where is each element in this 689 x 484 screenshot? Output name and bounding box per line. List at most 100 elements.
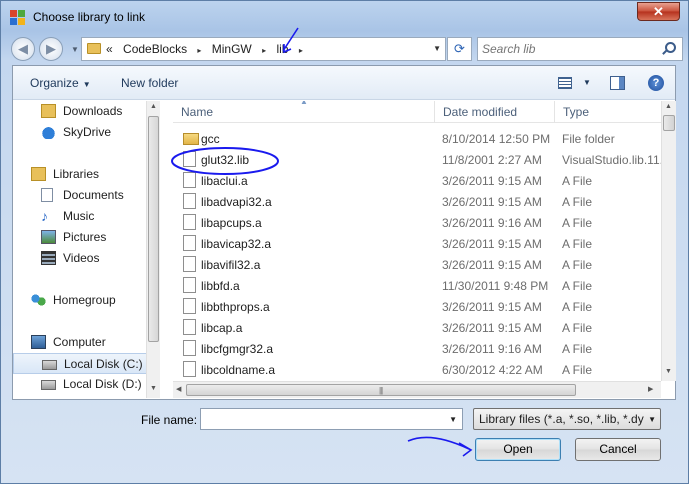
file-type: A File [562,342,593,356]
refresh-button[interactable]: ⟳ [447,37,472,61]
sidebar-item-label: Pictures [63,230,107,244]
sidebar-item-local-disk-d[interactable]: Local Disk (D:) [13,374,147,395]
file-icon [183,235,196,251]
column-header-type[interactable]: Type [555,101,675,123]
forward-button[interactable]: ▶ [39,37,63,61]
table-row[interactable]: libcfgmgr32.a 3/26/2011 9:16 AM A File [173,338,663,359]
music-icon: ♪ [41,208,48,224]
file-type: A File [562,363,593,377]
file-icon [183,298,196,314]
sidebar-item-skydrive[interactable]: SkyDrive [13,122,147,143]
table-row[interactable]: libavifil32.a 3/26/2011 9:15 AM A File [173,254,663,275]
title-bar[interactable]: Choose library to link ✕ [1,1,688,33]
address-bar[interactable]: « CodeBlocks ▸ MinGW ▸ lib ▸ ▼ [81,37,446,61]
file-icon [183,256,196,272]
skydrive-icon [41,125,56,139]
sidebar-item-label: Local Disk (D:) [63,377,142,391]
sidebar-item-label: Music [63,209,95,223]
scrollbar-thumb[interactable] [148,116,159,342]
table-row[interactable]: libavicap32.a 3/26/2011 9:15 AM A File [173,233,663,254]
change-view-icon[interactable] [558,77,572,89]
chevron-down-icon: ▼ [648,415,656,424]
scroll-right-icon[interactable]: ▶ [648,385,653,393]
folder-icon [183,133,199,145]
file-type: A File [562,237,593,251]
file-icon [183,214,196,230]
chevron-right-icon[interactable]: ▸ [197,46,201,55]
sidebar-item-homegroup[interactable]: Homegroup [13,290,147,311]
scroll-down-icon[interactable]: ▼ [665,368,672,375]
search-input[interactable] [482,41,652,57]
recent-pages-arrow-icon[interactable]: ▼ [71,45,79,54]
file-date: 3/26/2011 9:15 AM [442,195,542,209]
help-icon[interactable]: ? [648,75,664,91]
file-date: 6/30/2012 4:22 AM [442,363,543,377]
filename-field[interactable] [204,410,444,428]
back-button[interactable]: ◀ [11,37,35,61]
table-row[interactable]: libadvapi32.a 3/26/2011 9:15 AM A File [173,191,663,212]
sidebar-item-label: SkyDrive [63,125,112,139]
table-row[interactable]: libcoldname.a 6/30/2012 4:22 AM A File [173,359,663,380]
scroll-left-icon[interactable]: ◀ [176,385,181,393]
file-date: 3/26/2011 9:15 AM [442,237,542,251]
cancel-button[interactable]: Cancel [575,438,661,461]
column-header-date[interactable]: Date modified [435,101,555,123]
chevron-down-icon[interactable]: ▼ [433,44,441,53]
file-type-filter[interactable]: Library files (*.a, *.so, *.lib, *.dylib… [473,408,661,430]
table-row[interactable]: libbfd.a 11/30/2011 9:48 PM A File [173,275,663,296]
organize-label: Organize [30,76,79,90]
table-row[interactable]: libcap.a 3/26/2011 9:15 AM A File [173,317,663,338]
chevron-right-icon[interactable]: ▸ [262,46,266,55]
breadcrumb-codeblocks[interactable]: CodeBlocks [123,42,187,56]
sidebar-item-documents[interactable]: Documents [13,185,147,206]
open-button[interactable]: Open [475,438,561,461]
breadcrumb-overflow[interactable]: « [106,42,113,56]
file-icon [183,151,196,167]
sidebar-item-videos[interactable]: Videos [13,248,147,269]
breadcrumb-lib[interactable]: lib [276,42,288,56]
chevron-down-icon[interactable]: ▼ [449,415,457,424]
dialog-footer: File name: ▼ Library files (*.a, *.so, *… [1,401,688,483]
file-type: A File [562,174,593,188]
file-list-horizontal-scrollbar[interactable]: ◀ ||| ▶ [173,381,661,398]
scroll-down-icon[interactable]: ▼ [150,385,157,392]
table-row[interactable]: gcc 8/10/2014 12:50 PM File folder [173,128,663,149]
table-row[interactable]: glut32.lib 11/8/2001 2:27 AM VisualStudio.… [173,149,663,170]
sidebar-item-pictures[interactable]: Pictures [13,227,147,248]
computer-icon [31,335,46,349]
sidebar-item-music[interactable]: ♪ Music [13,206,147,227]
column-header-name[interactable]: Name [173,101,435,123]
sidebar-item-label: Local Disk (C:) [64,357,143,371]
sidebar-item-label: Libraries [53,167,100,181]
organize-button[interactable]: Organize ▼ [30,76,91,90]
file-list-vertical-scrollbar[interactable]: ▲ ▼ [661,101,676,381]
sidebar-item-label: Computer [53,335,106,349]
scrollbar-thumb[interactable]: ||| [186,384,576,396]
file-date: 11/30/2011 9:48 PM [442,279,549,293]
file-type: File folder [562,132,615,146]
search-icon[interactable] [665,42,676,53]
search-box[interactable] [477,37,683,61]
table-row[interactable]: libapcups.a 3/26/2011 9:16 AM A File [173,212,663,233]
navigation-scrollbar[interactable]: ▲ ▼ [146,101,160,398]
filename-combobox[interactable]: ▼ [200,408,463,430]
new-folder-button[interactable]: New folder [121,76,178,90]
sidebar-item-computer[interactable]: Computer [13,332,147,353]
close-button[interactable]: ✕ [637,2,680,21]
table-row[interactable]: libaclui.a 3/26/2011 9:15 AM A File [173,170,663,191]
chevron-right-icon[interactable]: ▸ [299,46,303,55]
sidebar-item-libraries[interactable]: Libraries [13,164,147,185]
file-name: libbfd.a [201,279,240,293]
file-name: gcc [201,132,220,146]
sidebar-item-local-disk-c[interactable]: Local Disk (C:) [13,353,147,374]
sidebar-item-downloads[interactable]: Downloads [13,101,147,122]
pictures-icon [41,230,56,244]
chevron-down-icon[interactable]: ▼ [583,78,591,87]
preview-pane-icon[interactable] [610,76,625,90]
scroll-up-icon[interactable]: ▲ [150,103,157,110]
file-list: ▲ Name Date modified Type gcc 8/10/2014 1… [173,101,675,399]
breadcrumb-mingw[interactable]: MinGW [212,42,252,56]
scrollbar-thumb[interactable] [663,115,675,131]
table-row[interactable]: libbthprops.a 3/26/2011 9:15 AM A File [173,296,663,317]
scroll-up-icon[interactable]: ▲ [665,103,672,110]
